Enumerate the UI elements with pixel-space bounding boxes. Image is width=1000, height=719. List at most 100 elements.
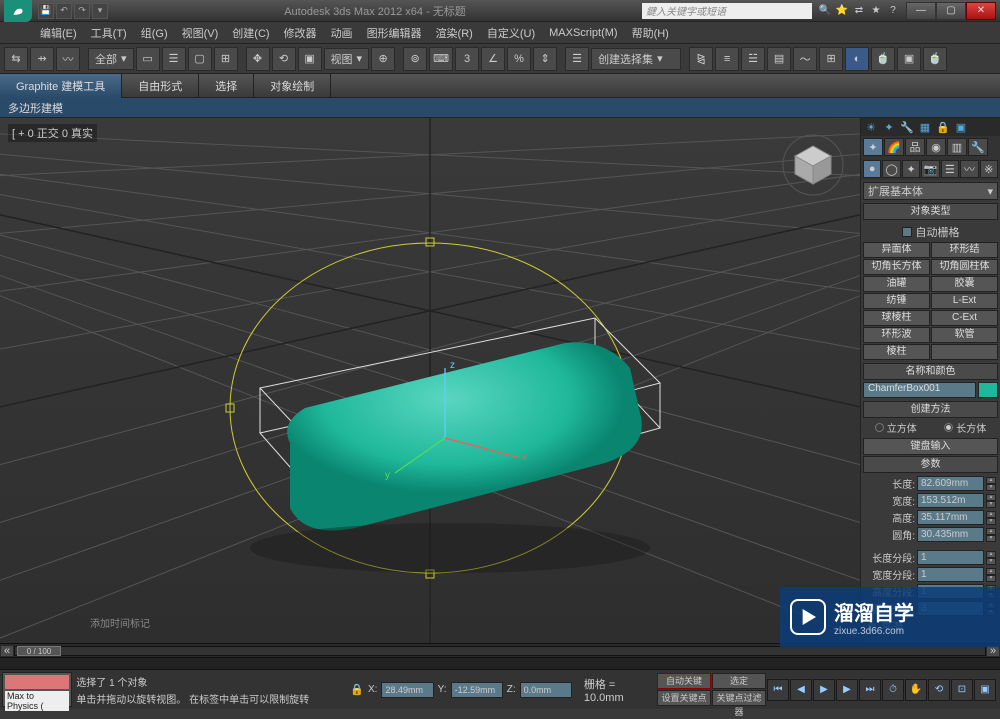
- exchange-icon[interactable]: ⇄: [852, 4, 866, 18]
- select-by-name-icon[interactable]: ☰: [162, 47, 186, 71]
- unlink-icon[interactable]: ⇸: [30, 47, 54, 71]
- snap-toggle-icon[interactable]: 3: [455, 47, 479, 71]
- rollout-name-color[interactable]: 名称和颜色: [863, 363, 998, 380]
- named-sel-icon[interactable]: ☰: [565, 47, 589, 71]
- help-icon[interactable]: ?: [886, 4, 900, 18]
- shapes-icon[interactable]: ◯: [882, 160, 900, 178]
- render-icon[interactable]: 🍵: [923, 47, 947, 71]
- select-icon[interactable]: ▭: [136, 47, 160, 71]
- spacewarps-icon[interactable]: 〰: [960, 160, 978, 178]
- spinner-snap-icon[interactable]: ⇕: [533, 47, 557, 71]
- display-tab-icon[interactable]: ▥: [947, 138, 967, 156]
- keyboard-shortcut-icon[interactable]: ⌨: [429, 47, 453, 71]
- prev-frame-icon[interactable]: ◀: [790, 679, 812, 701]
- pan-view-icon[interactable]: ✋: [905, 679, 927, 701]
- lsegs-spinner[interactable]: 1: [917, 550, 984, 565]
- coord-y[interactable]: -12.59mm: [451, 682, 503, 698]
- menu-animation[interactable]: 动画: [331, 25, 353, 41]
- track-bar[interactable]: [0, 657, 1000, 669]
- shade-selected-icon[interactable]: ☀: [863, 119, 879, 135]
- move-icon[interactable]: ✥: [246, 47, 270, 71]
- hierarchy-tab-icon[interactable]: 品: [905, 138, 925, 156]
- menu-create[interactable]: 创建(C): [232, 25, 269, 41]
- create-tab-icon[interactable]: ✦: [863, 138, 883, 156]
- rotate-icon[interactable]: ⟲: [272, 47, 296, 71]
- object-name-input[interactable]: ChamferBox001: [863, 382, 976, 398]
- named-sel-dropdown[interactable]: 创建选择集▾: [591, 48, 681, 70]
- prim-hose[interactable]: 软管: [931, 327, 998, 343]
- goto-end-icon[interactable]: ⏭: [859, 679, 881, 701]
- light-icon[interactable]: ✦: [881, 119, 897, 135]
- category-dropdown[interactable]: 扩展基本体▾: [863, 182, 998, 200]
- ref-coord-dropdown[interactable]: 视图▾: [324, 48, 370, 70]
- prim-ringwave[interactable]: 环形波: [863, 327, 930, 343]
- zoom-extents-icon[interactable]: ⊡: [951, 679, 973, 701]
- height-spinner[interactable]: 35.117mm: [917, 510, 984, 525]
- utilities-tab-icon[interactable]: 🔧: [968, 138, 988, 156]
- radio-cube[interactable]: 立方体: [875, 420, 917, 435]
- app-logo[interactable]: [4, 0, 32, 22]
- coord-z[interactable]: 0.0mm: [520, 682, 572, 698]
- prim-chamferbox[interactable]: 切角长方体: [863, 259, 930, 275]
- bind-space-warp-icon[interactable]: 〰: [56, 47, 80, 71]
- key-filters-button[interactable]: 关键点过滤器: [712, 690, 766, 706]
- manipulate-icon[interactable]: ⊚: [403, 47, 427, 71]
- menu-graph[interactable]: 图形编辑器: [367, 25, 422, 41]
- info-center-icon[interactable]: 🔍: [818, 4, 832, 18]
- radio-box[interactable]: 长方体: [944, 420, 986, 435]
- time-start-icon[interactable]: «: [0, 645, 14, 657]
- goto-start-icon[interactable]: ⏮: [767, 679, 789, 701]
- qa-save-icon[interactable]: 💾: [38, 3, 54, 19]
- link-icon[interactable]: ⇆: [4, 47, 28, 71]
- material-editor-icon[interactable]: ◐: [845, 47, 869, 71]
- rollout-keyboard[interactable]: 键盘输入: [863, 438, 998, 455]
- auto-key-button[interactable]: 自动关键: [657, 673, 711, 689]
- prim-prism[interactable]: 棱柱: [863, 344, 930, 360]
- selection-filter-dropdown[interactable]: 全部▾: [88, 48, 134, 70]
- width-spinner[interactable]: 153.512m: [917, 493, 984, 508]
- selected-button[interactable]: 选定: [712, 673, 766, 689]
- help-search-input[interactable]: 鍵入关键字或短语: [642, 3, 812, 19]
- set-key-button[interactable]: 设置关键点: [657, 690, 711, 706]
- play-icon[interactable]: ▶: [813, 679, 835, 701]
- display-floater-icon[interactable]: ▣: [953, 119, 969, 135]
- cameras-icon[interactable]: 📷: [921, 160, 939, 178]
- render-setup-icon[interactable]: 🍵: [871, 47, 895, 71]
- object-color-swatch[interactable]: [978, 382, 998, 398]
- spinner-down-icon[interactable]: ▼: [986, 484, 996, 491]
- prim-hedra[interactable]: 异面体: [863, 242, 930, 258]
- menu-group[interactable]: 组(G): [141, 25, 168, 41]
- next-frame-icon[interactable]: ▶: [836, 679, 858, 701]
- use-center-icon[interactable]: ⊕: [371, 47, 395, 71]
- geometry-icon[interactable]: ●: [863, 160, 881, 178]
- subscription-icon[interactable]: ⭐: [835, 4, 849, 18]
- ribbon-sub-polymodel[interactable]: 多边形建模: [0, 98, 1000, 118]
- schematic-icon[interactable]: ⊞: [819, 47, 843, 71]
- prim-gengon[interactable]: 球棱柱: [863, 310, 930, 326]
- lights-icon[interactable]: ✦: [902, 160, 920, 178]
- select-region-icon[interactable]: ▢: [188, 47, 212, 71]
- maxscript-output[interactable]: Max to Physics (: [5, 691, 69, 711]
- viewport[interactable]: z x y [ + 0 正交 0 真实: [0, 118, 860, 643]
- lock-selection-icon[interactable]: 🔒: [350, 683, 364, 696]
- curve-editor-icon[interactable]: 〜: [793, 47, 817, 71]
- rollout-params[interactable]: 参数: [863, 456, 998, 473]
- add-time-tag[interactable]: 添加时间标记: [90, 615, 150, 630]
- fillet-spinner[interactable]: 30.435mm: [917, 527, 984, 542]
- wrench-icon[interactable]: 🔧: [899, 119, 915, 135]
- autogrid-checkbox[interactable]: [902, 227, 912, 237]
- helpers-icon[interactable]: ☰: [941, 160, 959, 178]
- prim-chamfercyl[interactable]: 切角圆柱体: [931, 259, 998, 275]
- close-button[interactable]: ✕: [966, 2, 996, 20]
- prim-torus-knot[interactable]: 环形结: [931, 242, 998, 258]
- qa-more-icon[interactable]: ▾: [92, 3, 108, 19]
- angle-snap-icon[interactable]: ∠: [481, 47, 505, 71]
- motion-tab-icon[interactable]: ◉: [926, 138, 946, 156]
- align-icon[interactable]: ≡: [715, 47, 739, 71]
- scale-icon[interactable]: ▣: [298, 47, 322, 71]
- time-config-icon[interactable]: ⏱: [882, 679, 904, 701]
- menu-edit[interactable]: 编辑(E): [40, 25, 77, 41]
- rollout-creation[interactable]: 创建方法: [863, 401, 998, 418]
- layers-icon[interactable]: ☱: [741, 47, 765, 71]
- percent-snap-icon[interactable]: %: [507, 47, 531, 71]
